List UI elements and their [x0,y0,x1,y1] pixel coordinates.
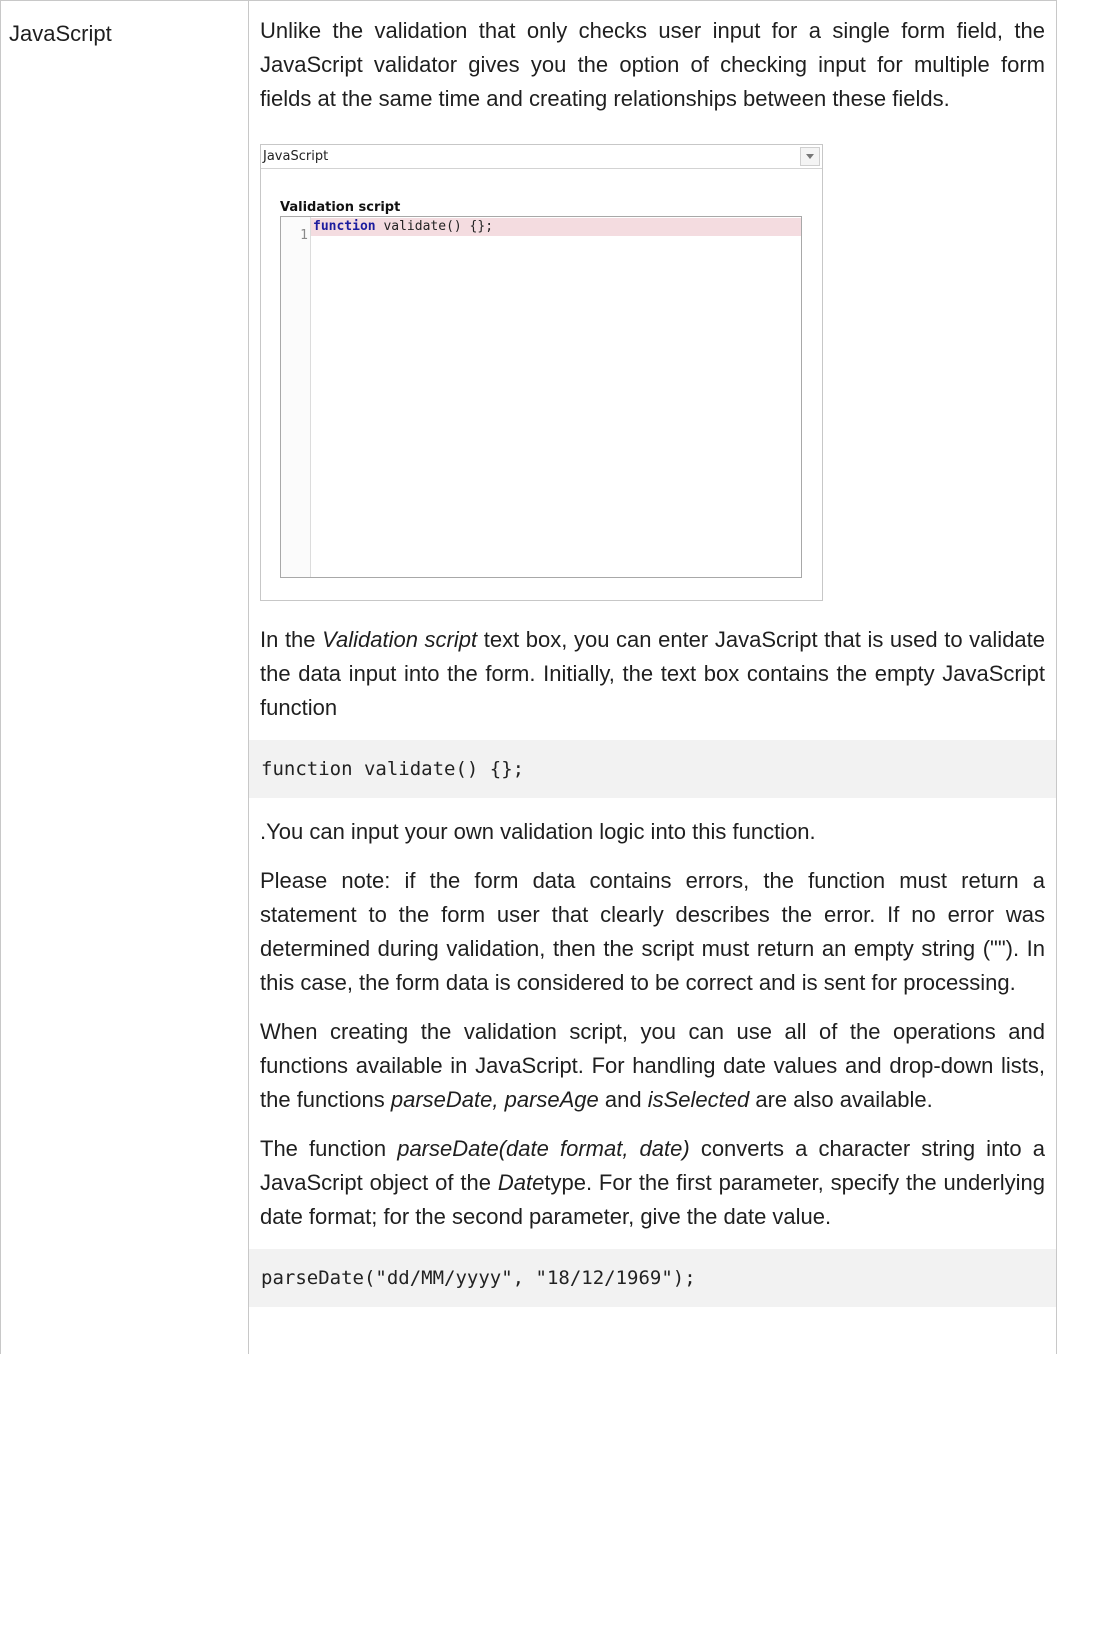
row-label: JavaScript [0,0,249,1354]
text-span: and [598,1087,648,1112]
line-number-gutter: 1 [281,217,311,577]
validator-type-select[interactable]: JavaScript [261,145,822,169]
validation-script-paragraph: In the Validation script text box, you c… [260,623,1045,725]
line-number: 1 [300,228,308,243]
text-span: are also available. [749,1087,933,1112]
intro-paragraph: Unlike the validation that only checks u… [260,18,1045,111]
row-content: Unlike the validation that only checks u… [248,0,1057,1354]
logic-paragraph: .You can input your own validation logic… [260,819,816,844]
text-span: The function [260,1136,398,1161]
table-row: JavaScript Unlike the validation that on… [0,0,1057,1354]
functions-paragraph: When creating the validation script, you… [260,1015,1045,1117]
emphasis-text: isSelected [647,1087,750,1112]
code-block-parsedate: parseDate("dd/MM/yyyy", "18/12/1969"); [249,1249,1056,1307]
code-text: validate() {}; [375,219,494,234]
text-span: In the [260,627,323,652]
emphasis-text: Validation script [322,627,478,652]
code-block-validate: function validate() {}; [249,740,1056,798]
emphasis-text: Date [497,1170,545,1195]
validator-screenshot: JavaScript Validation script 1 function … [260,144,823,601]
document-page: JavaScript Unlike the validation that on… [0,0,1095,1635]
validation-script-editor[interactable]: 1 function validate() {}; [280,216,802,578]
reference-table: JavaScript Unlike the validation that on… [0,0,1057,1354]
note-paragraph: Please note: if the form data contains e… [260,868,1045,995]
chevron-down-icon[interactable] [800,147,820,166]
emphasis-text: parseDate(date format, date) [397,1136,690,1161]
emphasis-text: parseDate, parseAge [390,1087,599,1112]
code-keyword: function [313,219,376,234]
code-line: function validate() {}; [311,218,801,236]
parsedate-paragraph: The function parseDate(date format, date… [260,1132,1045,1234]
validator-type-value: JavaScript [263,149,329,164]
